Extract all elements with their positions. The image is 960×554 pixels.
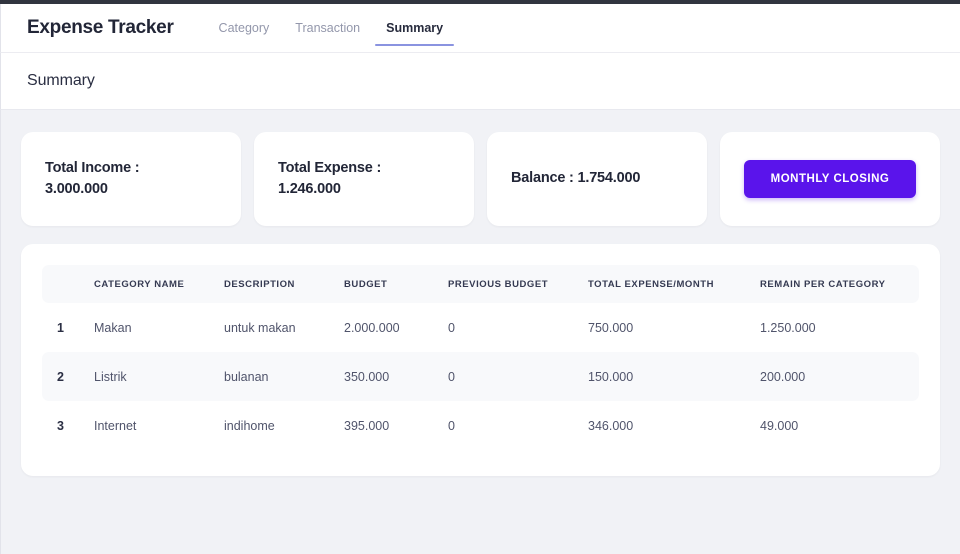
summary-table: CATEGORY NAME DESCRIPTION BUDGET PREVIOU…: [42, 265, 919, 450]
cell-remain-per-category: 1.250.000: [760, 303, 919, 352]
cell-previous-budget: 0: [448, 303, 588, 352]
cell-budget: 395.000: [344, 401, 448, 450]
cell-description: indihome: [224, 401, 344, 450]
monthly-closing-card: MONTHLY CLOSING: [720, 132, 940, 226]
cell-budget: 2.000.000: [344, 303, 448, 352]
main-navigation: Category Transaction Summary: [206, 4, 457, 52]
table-header-row: CATEGORY NAME DESCRIPTION BUDGET PREVIOU…: [42, 265, 919, 303]
app-brand-title: Expense Tracker: [27, 17, 174, 39]
balance-label: Balance : 1.754.000: [511, 168, 683, 189]
tab-transaction[interactable]: Transaction: [282, 4, 373, 52]
cell-category-name: Listrik: [94, 352, 224, 401]
cell-index: 2: [42, 352, 94, 401]
column-header-previous-budget: PREVIOUS BUDGET: [448, 265, 588, 303]
cell-index: 1: [42, 303, 94, 352]
column-header-budget: BUDGET: [344, 265, 448, 303]
column-header-category-name: CATEGORY NAME: [94, 265, 224, 303]
cell-description: untuk makan: [224, 303, 344, 352]
tab-category[interactable]: Category: [206, 4, 283, 52]
page-title-bar: Summary: [0, 53, 960, 110]
cell-previous-budget: 0: [448, 401, 588, 450]
tab-summary-label: Summary: [386, 21, 443, 35]
summary-cards-row: Total Income : 3.000.000 Total Expense :…: [21, 132, 940, 226]
cell-category-name: Makan: [94, 303, 224, 352]
balance-card: Balance : 1.754.000: [487, 132, 707, 226]
monthly-closing-button[interactable]: MONTHLY CLOSING: [744, 160, 916, 198]
total-income-label: Total Income :: [45, 158, 217, 179]
tab-transaction-label: Transaction: [295, 21, 360, 35]
page-content: Total Income : 3.000.000 Total Expense :…: [0, 110, 960, 554]
cell-index: 3: [42, 401, 94, 450]
table-row[interactable]: 1 Makan untuk makan 2.000.000 0 750.000 …: [42, 303, 919, 352]
summary-table-card: CATEGORY NAME DESCRIPTION BUDGET PREVIOU…: [21, 244, 940, 476]
tab-category-label: Category: [219, 21, 270, 35]
cell-total-expense-month: 750.000: [588, 303, 760, 352]
column-header-remain-per-category: REMAIN PER CATEGORY: [760, 265, 919, 303]
cell-remain-per-category: 200.000: [760, 352, 919, 401]
cell-description: bulanan: [224, 352, 344, 401]
table-row[interactable]: 2 Listrik bulanan 350.000 0 150.000 200.…: [42, 352, 919, 401]
cell-total-expense-month: 150.000: [588, 352, 760, 401]
total-income-value: 3.000.000: [45, 179, 217, 200]
cell-remain-per-category: 49.000: [760, 401, 919, 450]
app-window: Expense Tracker Category Transaction Sum…: [0, 0, 960, 554]
column-header-index: [42, 265, 94, 303]
column-header-total-expense-month: TOTAL EXPENSE/MONTH: [588, 265, 760, 303]
tab-summary[interactable]: Summary: [373, 4, 456, 52]
cell-total-expense-month: 346.000: [588, 401, 760, 450]
cell-budget: 350.000: [344, 352, 448, 401]
table-row[interactable]: 3 Internet indihome 395.000 0 346.000 49…: [42, 401, 919, 450]
column-header-description: DESCRIPTION: [224, 265, 344, 303]
cell-category-name: Internet: [94, 401, 224, 450]
summary-table-body: 1 Makan untuk makan 2.000.000 0 750.000 …: [42, 303, 919, 450]
page-title: Summary: [27, 72, 95, 90]
cell-previous-budget: 0: [448, 352, 588, 401]
summary-table-head: CATEGORY NAME DESCRIPTION BUDGET PREVIOU…: [42, 265, 919, 303]
total-income-card: Total Income : 3.000.000: [21, 132, 241, 226]
total-expense-label: Total Expense :: [278, 158, 450, 179]
total-expense-card: Total Expense : 1.246.000: [254, 132, 474, 226]
total-expense-value: 1.246.000: [278, 179, 450, 200]
app-header: Expense Tracker Category Transaction Sum…: [0, 4, 960, 53]
